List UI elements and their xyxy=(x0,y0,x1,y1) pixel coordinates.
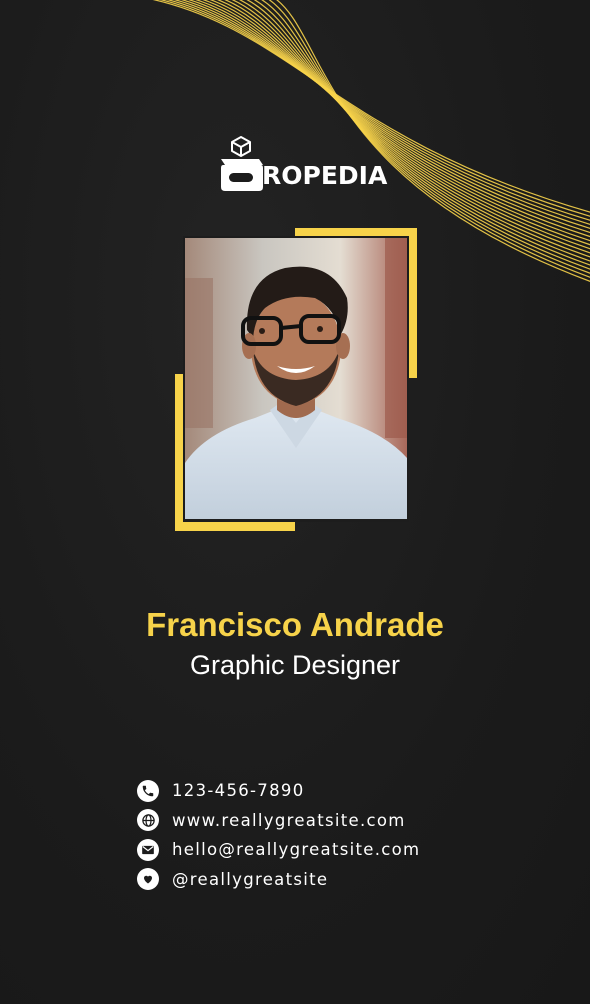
heart-icon xyxy=(137,868,159,891)
wave-line xyxy=(188,0,590,234)
phone-icon xyxy=(137,779,159,802)
contact-social-text[interactable]: @reallygreatsite xyxy=(172,870,328,889)
contact-phone: 123-456-7890 xyxy=(137,776,420,806)
globe-icon xyxy=(137,809,159,832)
contact-social: @reallygreatsite xyxy=(137,865,420,895)
contact-phone-text[interactable]: 123-456-7890 xyxy=(172,781,305,800)
brand-name: ROPEDIA xyxy=(262,161,388,190)
person-name: Francisco Andrade xyxy=(146,606,444,643)
mail-icon xyxy=(137,838,159,861)
contact-list: 123-456-7890 www.reallygreatsite.com hel… xyxy=(137,776,420,894)
package-box-icon xyxy=(221,136,263,191)
wave-line xyxy=(173,0,590,225)
business-card: ROPEDIA Francisco Andrade Graphic Design… xyxy=(0,0,590,1004)
contact-website-text[interactable]: www.reallygreatsite.com xyxy=(172,811,406,830)
portrait-illustration xyxy=(185,238,407,519)
portrait-photo xyxy=(185,238,407,519)
person-role: Graphic Designer xyxy=(189,650,401,680)
contact-email-text[interactable]: hello@reallygreatsite.com xyxy=(172,840,420,859)
contact-email: hello@reallygreatsite.com xyxy=(137,835,420,865)
contact-website: www.reallygreatsite.com xyxy=(137,806,420,836)
wave-line xyxy=(180,0,590,229)
